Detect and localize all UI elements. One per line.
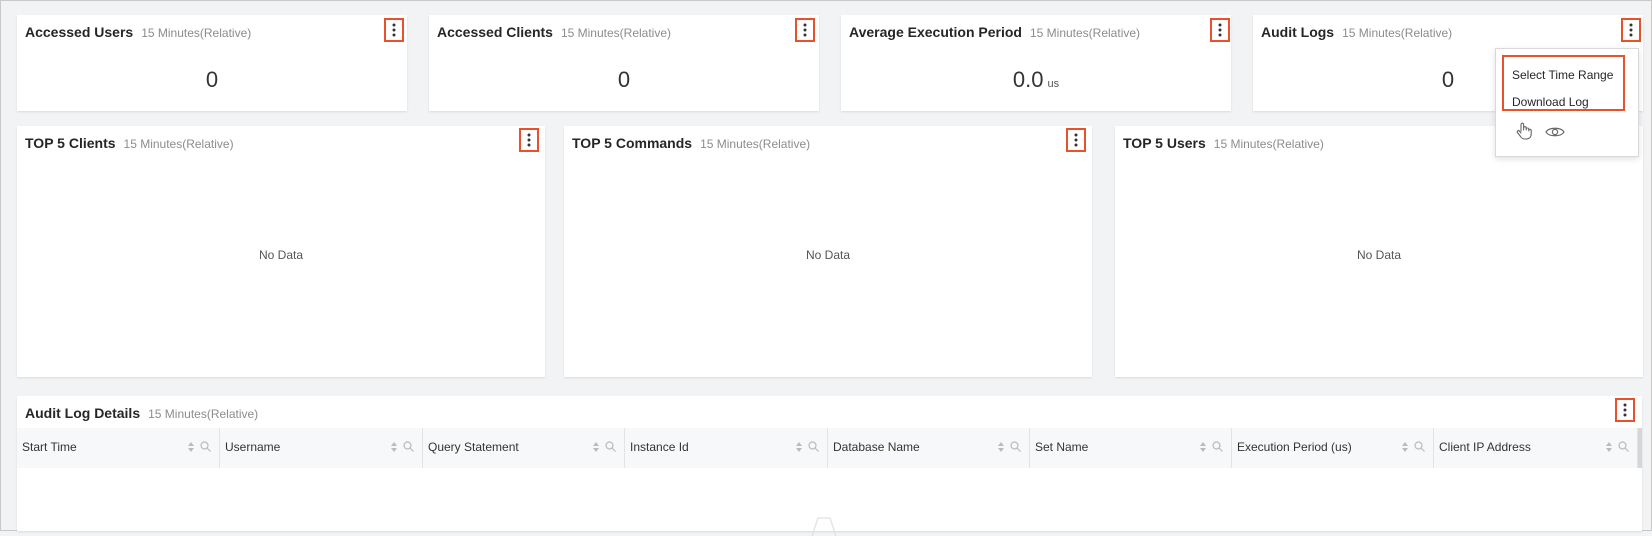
column-label: Instance Id: [630, 440, 689, 454]
more-vertical-icon: [1218, 23, 1222, 37]
panel-title: TOP 5 Users 15 Minutes(Relative): [1123, 135, 1324, 151]
stat-value: 0: [617, 67, 631, 92]
more-options-button[interactable]: [384, 18, 404, 42]
search-icon[interactable]: [1010, 441, 1021, 452]
card-title: Audit Logs 15 Minutes(Relative): [1261, 24, 1452, 40]
search-icon[interactable]: [1212, 441, 1223, 452]
column-header-username[interactable]: Username: [220, 428, 423, 468]
column-header-execution-period[interactable]: Execution Period (us): [1232, 428, 1434, 468]
card-subtitle: 15 Minutes(Relative): [141, 26, 252, 40]
more-options-button[interactable]: [519, 128, 539, 152]
more-vertical-icon: [392, 23, 396, 37]
hand-pointer-icon[interactable]: [1515, 121, 1533, 141]
column-header-start-time[interactable]: Start Time: [17, 428, 220, 468]
panel-title-text: TOP 5 Clients: [25, 135, 116, 151]
column-header-set-name[interactable]: Set Name: [1030, 428, 1232, 468]
panel-subtitle: 15 Minutes(Relative): [700, 137, 811, 151]
sort-icon[interactable]: [1605, 441, 1613, 453]
card-title: Average Execution Period 15 Minutes(Relat…: [849, 24, 1140, 40]
card-title-text: Accessed Users: [25, 24, 134, 40]
top-clients-panel: TOP 5 Clients 15 Minutes(Relative) No Dat…: [17, 126, 545, 377]
panel-title-text: TOP 5 Commands: [572, 135, 693, 151]
card-title-text: Accessed Clients: [437, 24, 553, 40]
search-icon[interactable]: [605, 441, 616, 452]
column-header-instance-id[interactable]: Instance Id: [625, 428, 828, 468]
panel-title: Audit Log Details 15 Minutes(Relative): [25, 405, 258, 421]
column-header-query-statement[interactable]: Query Statement: [423, 428, 625, 468]
stat-value: 0.0 us: [841, 67, 1231, 93]
no-data-message: No Data: [805, 248, 851, 262]
more-options-dropdown: Select Time Range Download Log: [1495, 48, 1639, 157]
more-options-button[interactable]: [1615, 398, 1635, 422]
no-data-message: No Data: [1356, 248, 1402, 262]
column-label: Client IP Address: [1439, 440, 1531, 454]
search-icon[interactable]: [403, 441, 414, 452]
card-subtitle: 15 Minutes(Relative): [1342, 26, 1453, 40]
sort-icon[interactable]: [1401, 441, 1409, 453]
accessed-users-card: Accessed Users 15 Minutes(Relative) 0: [17, 15, 407, 111]
stat-number: 0.0: [1012, 67, 1044, 92]
table-header: Start Time Username Query Statement Inst…: [17, 428, 1638, 469]
card-subtitle: 15 Minutes(Relative): [560, 26, 671, 40]
sort-icon[interactable]: [187, 441, 195, 453]
stat-unit: us: [1047, 78, 1060, 90]
more-vertical-icon: [1074, 133, 1078, 147]
card-title-text: Audit Logs: [1261, 24, 1335, 40]
eye-icon[interactable]: [1545, 125, 1565, 139]
accessed-clients-card: Accessed Clients 15 Minutes(Relative) 0: [429, 15, 819, 111]
average-execution-card: Average Execution Period 15 Minutes(Relat…: [841, 15, 1231, 111]
column-header-client-ip[interactable]: Client IP Address: [1434, 428, 1638, 468]
panel-title-text: TOP 5 Users: [1123, 135, 1206, 151]
panel-subtitle: 15 Minutes(Relative): [148, 407, 259, 421]
stat-value: 0: [205, 67, 219, 92]
table-scrollbar[interactable]: [1638, 428, 1642, 468]
sort-icon[interactable]: [390, 441, 398, 453]
column-label: Database Name: [833, 440, 920, 454]
menu-icon-row: [1515, 121, 1565, 141]
panel-title: TOP 5 Commands 15 Minutes(Relative): [572, 135, 810, 151]
search-icon[interactable]: [1414, 441, 1425, 452]
sort-icon[interactable]: [592, 441, 600, 453]
panel-title-text: Audit Log Details: [25, 405, 141, 421]
sort-icon[interactable]: [997, 441, 1005, 453]
more-vertical-icon: [803, 23, 807, 37]
panel-title: TOP 5 Clients 15 Minutes(Relative): [25, 135, 234, 151]
panel-subtitle: 15 Minutes(Relative): [123, 137, 234, 151]
menu-item-download-log[interactable]: Download Log: [1512, 95, 1589, 109]
top-users-panel: TOP 5 Users 15 Minutes(Relative) No Data: [1115, 126, 1643, 377]
column-label: Start Time: [22, 440, 77, 454]
column-header-database-name[interactable]: Database Name: [828, 428, 1030, 468]
more-options-button[interactable]: [1210, 18, 1230, 42]
no-data-message: No Data: [258, 248, 304, 262]
more-options-button[interactable]: [1621, 18, 1641, 42]
top-commands-panel: TOP 5 Commands 15 Minutes(Relative) No Da…: [564, 126, 1092, 377]
more-vertical-icon: [1623, 403, 1627, 417]
column-label: Set Name: [1035, 440, 1089, 454]
column-label: Execution Period (us): [1237, 440, 1352, 454]
column-label: Query Statement: [428, 440, 519, 454]
search-icon[interactable]: [200, 441, 211, 452]
sort-icon[interactable]: [795, 441, 803, 453]
more-vertical-icon: [527, 133, 531, 147]
card-title: Accessed Clients 15 Minutes(Relative): [437, 24, 671, 40]
more-options-button[interactable]: [795, 18, 815, 42]
card-subtitle: 15 Minutes(Relative): [1029, 26, 1141, 40]
sort-icon[interactable]: [1199, 441, 1207, 453]
search-icon[interactable]: [1618, 441, 1629, 452]
loading-indicator-icon: [811, 517, 837, 536]
panel-subtitle: 15 Minutes(Relative): [1213, 137, 1324, 151]
search-icon[interactable]: [808, 441, 819, 452]
more-vertical-icon: [1629, 23, 1633, 37]
column-label: Username: [225, 440, 281, 454]
card-title-text: Average Execution Period: [849, 24, 1022, 40]
menu-item-select-time-range[interactable]: Select Time Range: [1512, 68, 1613, 82]
more-options-button[interactable]: [1066, 128, 1086, 152]
card-title: Accessed Users 15 Minutes(Relative): [25, 24, 251, 40]
